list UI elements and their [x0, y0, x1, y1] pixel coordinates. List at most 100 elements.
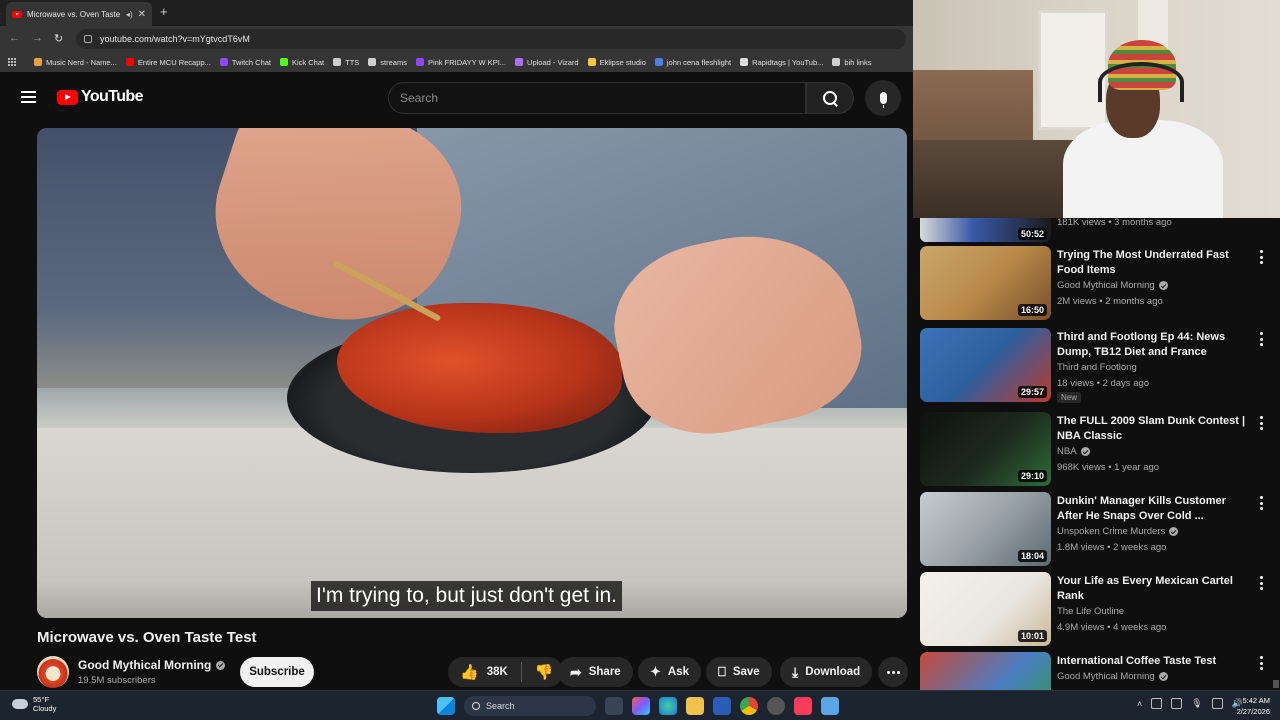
- bookmark-item[interactable]: Kick Chat: [280, 58, 324, 67]
- store-icon[interactable]: [713, 697, 731, 715]
- taskbar-clock[interactable]: 5:42 AM 2/27/2026: [1228, 695, 1270, 717]
- youtube-logo-icon: [57, 89, 78, 105]
- rec-title[interactable]: Third and Footlong Ep 44: News Dump, TB1…: [1057, 330, 1252, 360]
- bookmark-item[interactable]: Pink FRIDAYY W KPI...: [415, 58, 506, 67]
- rec-channel[interactable]: The Life Outline: [1057, 606, 1124, 617]
- url-input[interactable]: youtube.com/watch?v=mYgtvcdT6vM: [76, 29, 906, 49]
- rec-thumbnail[interactable]: 16:50: [920, 246, 1051, 320]
- music-icon[interactable]: [794, 697, 812, 715]
- rec-channel[interactable]: NBA: [1057, 446, 1090, 457]
- browser-tab-active[interactable]: Microwave vs. Oven Taste Te ◂) ✕: [6, 2, 152, 26]
- more-options-icon[interactable]: [1259, 416, 1263, 430]
- list-item[interactable]: 29:10 The FULL 2009 Slam Dunk Contest | …: [920, 412, 1275, 488]
- rec-thumbnail[interactable]: [920, 652, 1051, 690]
- rec-title[interactable]: Trying The Most Underrated Fast Food Ite…: [1057, 248, 1252, 278]
- webcam-overlay: [913, 0, 1280, 218]
- site-info-icon[interactable]: [84, 35, 92, 43]
- bookmark-item[interactable]: Entire MCU Recapp...: [125, 58, 211, 67]
- network-icon[interactable]: [1211, 698, 1223, 709]
- youtube-logo[interactable]: YouTube: [57, 88, 143, 106]
- menu-icon[interactable]: [21, 91, 36, 103]
- scrollbar[interactable]: [1273, 680, 1279, 688]
- bookmark-item[interactable]: bih links: [832, 58, 872, 67]
- like-dislike-group: 👍 38K 👎: [448, 657, 564, 687]
- subscribe-button[interactable]: Subscribe: [240, 657, 314, 687]
- more-options-icon[interactable]: [1259, 496, 1263, 510]
- list-item[interactable]: 29:57 Third and Footlong Ep 44: News Dum…: [920, 328, 1275, 404]
- rec-channel[interactable]: Good Mythical Morning: [1057, 280, 1168, 291]
- list-item[interactable]: 18:04 Dunkin' Manager Kills Customer Aft…: [920, 492, 1275, 568]
- bookmark-item[interactable]: Eklipse studio: [587, 58, 646, 67]
- rec-channel[interactable]: Good Mythical Morning: [1057, 671, 1168, 682]
- search-button[interactable]: [806, 82, 854, 114]
- verified-icon: [1158, 281, 1168, 290]
- apps-grid-icon[interactable]: [8, 57, 17, 67]
- video-player[interactable]: I'm trying to, but just don't get in.: [37, 128, 907, 618]
- new-badge: New: [1057, 392, 1082, 403]
- more-actions-button[interactable]: [878, 657, 908, 687]
- rec-title[interactable]: International Coffee Taste Test: [1057, 654, 1252, 669]
- new-tab-button[interactable]: +: [160, 4, 168, 19]
- bookmark-favicon-icon: [740, 58, 749, 66]
- rec-title[interactable]: Dunkin' Manager Kills Customer After He …: [1057, 494, 1252, 524]
- bookmark-item[interactable]: Twitch Chat: [219, 58, 271, 67]
- save-button[interactable]: ⎕ Save: [706, 657, 772, 687]
- like-button[interactable]: 👍 38K: [460, 663, 508, 681]
- dislike-button[interactable]: 👎: [535, 663, 554, 681]
- search-icon: [822, 90, 838, 106]
- share-button[interactable]: ➦ Share: [558, 657, 633, 687]
- close-tab-icon[interactable]: ✕: [138, 9, 146, 20]
- microphone-icon[interactable]: 🎙: [1191, 698, 1202, 709]
- download-button[interactable]: ⤓ Download: [780, 657, 873, 687]
- channel-name[interactable]: Good Mythical Morning: [78, 658, 226, 672]
- start-icon[interactable]: [437, 697, 455, 715]
- rec-channel[interactable]: Third and Footlong: [1057, 362, 1137, 373]
- rec-meta: 181K views • 3 months ago: [1057, 218, 1172, 228]
- list-item[interactable]: 10:01 Your Life as Every Mexican Cartel …: [920, 572, 1275, 648]
- weather-widget[interactable]: 55°F Cloudy: [12, 695, 56, 713]
- app-icon[interactable]: [767, 697, 785, 715]
- chrome-icon[interactable]: [740, 697, 758, 715]
- channel-avatar[interactable]: [37, 656, 69, 688]
- list-item[interactable]: International Coffee Taste Test Good Myt…: [920, 652, 1275, 690]
- voice-search-button[interactable]: [865, 80, 901, 116]
- copilot-icon[interactable]: [632, 697, 650, 715]
- task-view-icon[interactable]: [605, 697, 623, 715]
- rec-thumbnail[interactable]: 29:10: [920, 412, 1051, 486]
- verified-icon: [1169, 527, 1179, 536]
- bookmark-item[interactable]: john cena fleshlight: [654, 58, 731, 67]
- more-options-icon[interactable]: [1259, 332, 1263, 346]
- reload-icon[interactable]: ↻: [54, 32, 63, 45]
- back-icon[interactable]: ←: [9, 32, 20, 44]
- list-item[interactable]: 16:50 Trying The Most Underrated Fast Fo…: [920, 246, 1275, 322]
- rec-thumbnail[interactable]: 50:52: [920, 218, 1051, 242]
- bookmark-item[interactable]: Rapidtags | YouTub...: [740, 58, 823, 67]
- tray-app-icon[interactable]: [1151, 698, 1163, 709]
- file-explorer-icon[interactable]: [686, 697, 704, 715]
- bookmark-item[interactable]: Music Nerd - Name...: [34, 58, 117, 67]
- rec-thumbnail[interactable]: 10:01: [920, 572, 1051, 646]
- taskbar-search[interactable]: Search: [464, 696, 596, 716]
- rec-thumbnail[interactable]: 18:04: [920, 492, 1051, 566]
- search-input[interactable]: Search: [388, 82, 806, 114]
- more-options-icon[interactable]: [1259, 576, 1263, 590]
- like-count: 38K: [486, 666, 508, 678]
- more-options-icon[interactable]: [1259, 250, 1263, 264]
- ask-button[interactable]: ✦ Ask: [638, 657, 702, 687]
- bookmark-item[interactable]: streams: [368, 58, 407, 67]
- edge-icon[interactable]: [659, 697, 677, 715]
- tray-app-icon[interactable]: [1171, 698, 1183, 709]
- rec-channel[interactable]: Unspoken Crime Murders: [1057, 526, 1179, 537]
- forward-icon[interactable]: →: [32, 32, 43, 44]
- bookmark-item[interactable]: TTS: [333, 58, 359, 67]
- rec-title[interactable]: The FULL 2009 Slam Dunk Contest | NBA Cl…: [1057, 414, 1252, 444]
- notepad-icon[interactable]: [821, 697, 839, 715]
- rec-thumbnail[interactable]: 29:57: [920, 328, 1051, 402]
- bookmark-item[interactable]: Upload - Vizard: [515, 58, 579, 67]
- chevron-up-icon[interactable]: ˄: [1137, 699, 1142, 709]
- speaker-icon[interactable]: ◂): [126, 10, 133, 19]
- rec-meta: 2M views • 2 months ago: [1057, 296, 1163, 307]
- bookmark-favicon-icon: [34, 58, 42, 66]
- more-options-icon[interactable]: [1259, 656, 1263, 670]
- rec-title[interactable]: Your Life as Every Mexican Cartel Rank: [1057, 574, 1252, 604]
